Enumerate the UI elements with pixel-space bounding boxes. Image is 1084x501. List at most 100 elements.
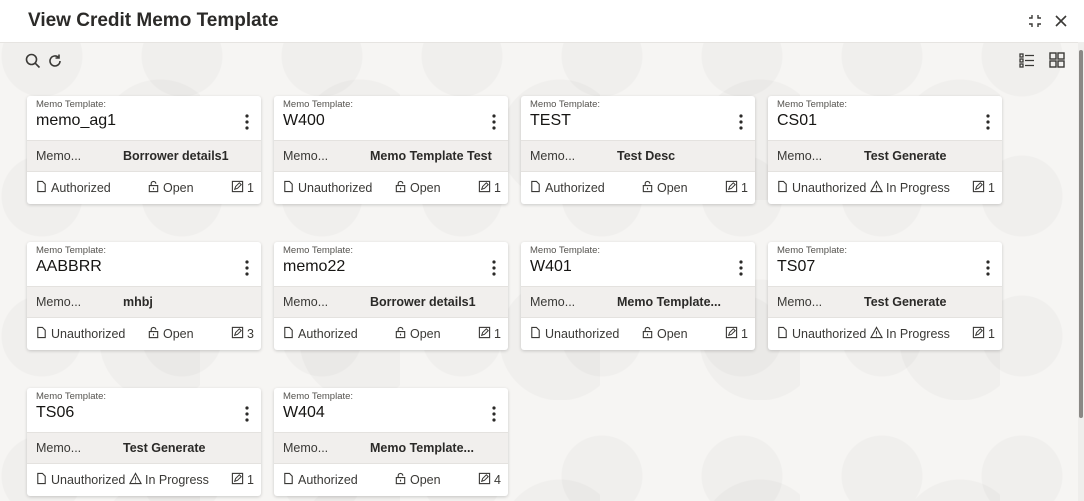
more-actions-icon[interactable] bbox=[980, 256, 996, 280]
template-card[interactable]: Memo Template: AABBRR Memo... mhbj Unauthori… bbox=[27, 242, 261, 350]
version-count[interactable]: 4 bbox=[478, 472, 501, 488]
document-icon bbox=[282, 180, 295, 196]
record-state-text: Open bbox=[657, 327, 688, 341]
record-state: Open bbox=[394, 180, 441, 196]
record-state-text: In Progress bbox=[886, 181, 950, 195]
search-icon[interactable] bbox=[24, 52, 42, 70]
auth-status-text: Unauthorized bbox=[792, 181, 867, 195]
record-state: In Progress bbox=[128, 472, 209, 488]
description-value: Memo Template... bbox=[617, 295, 721, 309]
card-description-row: Memo... Test Desc bbox=[521, 140, 755, 172]
version-count-text: 3 bbox=[247, 327, 254, 341]
card-status-row: Authorized Open 1 bbox=[274, 318, 508, 348]
more-actions-icon[interactable] bbox=[980, 110, 996, 134]
card-template-name: AABBRR bbox=[36, 258, 102, 275]
card-status-row: Unauthorized In Progress 1 bbox=[768, 318, 1002, 348]
version-count[interactable]: 1 bbox=[478, 326, 501, 342]
card-description-row: Memo... Memo Template... bbox=[521, 286, 755, 318]
version-count-text: 1 bbox=[247, 181, 254, 195]
version-count[interactable]: 1 bbox=[725, 180, 748, 196]
description-value: Test Generate bbox=[123, 441, 206, 455]
description-value: Test Desc bbox=[617, 149, 676, 163]
version-count[interactable]: 1 bbox=[972, 180, 995, 196]
list-view-icon[interactable] bbox=[1018, 51, 1036, 69]
warning-icon bbox=[128, 472, 143, 488]
edit-icon bbox=[478, 326, 491, 342]
lock-icon bbox=[394, 472, 407, 488]
document-icon bbox=[776, 326, 789, 342]
card-description-row: Memo... Memo Template... bbox=[274, 432, 508, 464]
scrollbar-thumb[interactable] bbox=[1079, 50, 1083, 418]
auth-status: Unauthorized bbox=[35, 326, 125, 342]
lock-icon bbox=[394, 180, 407, 196]
card-template-name: W400 bbox=[283, 112, 325, 129]
version-count[interactable]: 3 bbox=[231, 326, 254, 342]
more-actions-icon[interactable] bbox=[486, 402, 502, 426]
template-card[interactable]: Memo Template: CS01 Memo... Test Generate Un… bbox=[768, 96, 1002, 204]
auth-status-text: Unauthorized bbox=[51, 327, 126, 341]
version-count-text: 1 bbox=[741, 181, 748, 195]
auth-status-text: Authorized bbox=[298, 473, 358, 487]
description-value: Test Generate bbox=[864, 295, 947, 309]
description-label: Memo... bbox=[777, 295, 823, 309]
template-card[interactable]: Memo Template: memo_ag1 Memo... Borrower de… bbox=[27, 96, 261, 204]
document-icon bbox=[282, 472, 295, 488]
more-actions-icon[interactable] bbox=[486, 256, 502, 280]
document-icon bbox=[529, 326, 542, 342]
auth-status-text: Unauthorized bbox=[298, 181, 373, 195]
version-count[interactable]: 1 bbox=[478, 180, 501, 196]
record-state-text: Open bbox=[657, 181, 688, 195]
auth-status-text: Authorized bbox=[298, 327, 358, 341]
refresh-icon[interactable] bbox=[46, 52, 64, 70]
description-label: Memo... bbox=[777, 149, 823, 163]
auth-status-text: Authorized bbox=[51, 181, 111, 195]
description-value: Test Generate bbox=[864, 149, 947, 163]
more-actions-icon[interactable] bbox=[239, 110, 255, 134]
card-description-row: Memo... Borrower details1 bbox=[274, 286, 508, 318]
record-state: In Progress bbox=[869, 326, 950, 342]
description-label: Memo... bbox=[283, 149, 329, 163]
record-state: Open bbox=[394, 472, 441, 488]
card-label: Memo Template: bbox=[530, 99, 601, 110]
card-label: Memo Template: bbox=[283, 391, 354, 402]
template-card[interactable]: Memo Template: TS06 Memo... Test Generate Un… bbox=[27, 388, 261, 496]
grid-view-icon[interactable] bbox=[1048, 51, 1066, 69]
version-count-text: 1 bbox=[494, 181, 501, 195]
card-template-name: CS01 bbox=[777, 112, 818, 129]
record-state: Open bbox=[641, 180, 688, 196]
card-template-name: TEST bbox=[530, 112, 571, 129]
version-count[interactable]: 1 bbox=[725, 326, 748, 342]
auth-status: Unauthorized bbox=[529, 326, 619, 342]
more-actions-icon[interactable] bbox=[733, 256, 749, 280]
record-state-text: In Progress bbox=[145, 473, 209, 487]
card-description-row: Memo... Memo Template Test bbox=[274, 140, 508, 172]
record-state-text: Open bbox=[410, 181, 441, 195]
record-state-text: Open bbox=[163, 181, 194, 195]
template-card[interactable]: Memo Template: W400 Memo... Memo Template T… bbox=[274, 96, 508, 204]
more-actions-icon[interactable] bbox=[486, 110, 502, 134]
description-label: Memo... bbox=[530, 149, 576, 163]
template-card[interactable]: Memo Template: W404 Memo... Memo Template..… bbox=[274, 388, 508, 496]
more-actions-icon[interactable] bbox=[733, 110, 749, 134]
document-icon bbox=[35, 180, 48, 196]
template-card[interactable]: Memo Template: TEST Memo... Test Desc Author… bbox=[521, 96, 755, 204]
card-template-name: W401 bbox=[530, 258, 572, 275]
version-count[interactable]: 1 bbox=[231, 180, 254, 196]
template-card[interactable]: Memo Template: memo22 Memo... Borrower deta… bbox=[274, 242, 508, 350]
more-actions-icon[interactable] bbox=[239, 402, 255, 426]
minimize-icon[interactable] bbox=[1026, 12, 1044, 30]
close-icon[interactable] bbox=[1052, 12, 1070, 30]
version-count[interactable]: 1 bbox=[972, 326, 995, 342]
document-icon bbox=[529, 180, 542, 196]
description-label: Memo... bbox=[36, 441, 82, 455]
card-label: Memo Template: bbox=[36, 99, 107, 110]
card-status-row: Authorized Open 1 bbox=[27, 172, 261, 202]
version-count[interactable]: 1 bbox=[231, 472, 254, 488]
more-actions-icon[interactable] bbox=[239, 256, 255, 280]
description-value: mhbj bbox=[123, 295, 153, 309]
lock-icon bbox=[147, 180, 160, 196]
version-count-text: 1 bbox=[741, 327, 748, 341]
template-card[interactable]: Memo Template: W401 Memo... Memo Template..… bbox=[521, 242, 755, 350]
card-label: Memo Template: bbox=[777, 245, 848, 256]
template-card[interactable]: Memo Template: TS07 Memo... Test Generate Un… bbox=[768, 242, 1002, 350]
